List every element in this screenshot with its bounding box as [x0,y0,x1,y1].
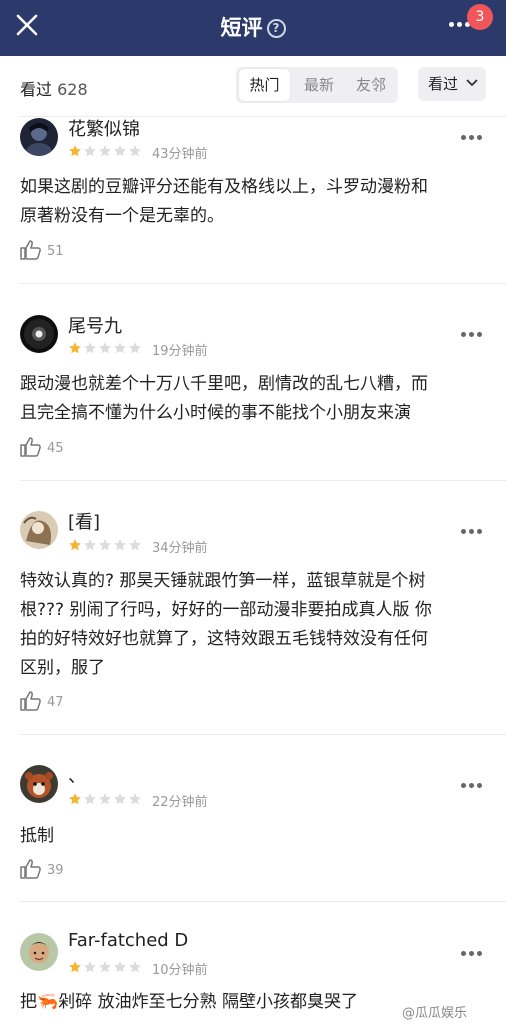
thumbs-up-icon [20,437,41,457]
avatar[interactable] [20,933,58,971]
top-nav-bar: 短评? 3 [0,0,506,56]
review-text: 跟动漫也就差个十万八千里吧，剧情改的乱七八糟，而 且完全搞不懂为什么小时候的事不… [20,374,428,423]
review-toolbar: 看过 628 热门 最新 友邻 看过 [0,56,506,116]
like-count: 39 [47,863,64,878]
review-username[interactable]: Far-fatched D [68,930,188,951]
watched-filter-dropdown[interactable]: 看过 [418,67,486,101]
page-title-wrap: 短评? [0,12,506,42]
avatar[interactable] [20,315,58,353]
more-options-icon[interactable] [458,134,484,142]
review-text: 抵制 [20,826,54,846]
star-empty-icon [99,539,111,551]
page-title: 短评 [220,16,263,40]
star-filled-icon [69,539,81,551]
thumbs-up-icon [20,691,41,711]
watched-count: 看过 628 [20,76,88,100]
rating-stars [68,537,143,551]
star-empty-icon [84,961,96,973]
review-time: 34分钟前 [152,541,208,556]
chevron-down-icon [466,79,478,87]
star-empty-icon [129,342,141,354]
star-empty-icon [99,793,111,805]
help-icon[interactable]: ? [266,19,286,38]
review-time: 22分钟前 [152,795,208,810]
star-empty-icon [114,539,126,551]
sort-tabs: 热门 最新 友邻 [236,67,398,103]
divider [20,901,506,902]
review-username[interactable]: 尾号九 [68,312,122,338]
star-empty-icon [114,342,126,354]
star-empty-icon [129,961,141,973]
avatar[interactable] [20,511,58,549]
avatar[interactable] [20,118,58,156]
more-options-icon[interactable] [458,950,484,958]
more-options-icon[interactable] [458,528,484,536]
rating-stars [68,959,143,973]
divider [20,283,506,284]
watched-count-label: 看过 [20,80,53,99]
avatar[interactable] [20,765,58,803]
star-empty-icon [129,539,141,551]
review-text: 特效认真的? 那昊天锤就跟竹笋一样，蓝银草就是个树 根??? 别闹了行吗，好好的… [20,571,432,678]
star-empty-icon [129,793,141,805]
star-empty-icon [114,961,126,973]
star-empty-icon [84,342,96,354]
star-empty-icon [114,793,126,805]
star-empty-icon [84,793,96,805]
review-time: 10分钟前 [152,963,208,978]
divider [20,480,506,481]
star-empty-icon [129,145,141,157]
rating-stars [68,791,143,805]
review-time: 43分钟前 [152,147,208,162]
rating-stars [68,340,143,354]
watermark: @瓜瓜娱乐 [402,1006,468,1021]
like-count: 51 [47,244,64,259]
review-time: 19分钟前 [152,344,208,359]
review-username[interactable]: [看] [68,508,100,534]
like-count: 47 [47,695,64,710]
star-filled-icon [69,145,81,157]
like-count: 45 [47,441,64,456]
tab-hot[interactable]: 热门 [239,69,290,101]
review-username[interactable]: 、 [68,762,86,788]
star-filled-icon [69,793,81,805]
review-username[interactable]: 花繁似锦 [68,115,140,141]
thumbs-up-icon [20,859,41,879]
tab-friends[interactable]: 友邻 [346,67,396,103]
more-options-icon[interactable] [458,782,484,790]
star-empty-icon [99,961,111,973]
star-filled-icon [69,342,81,354]
star-empty-icon [99,145,111,157]
rating-stars [68,143,143,157]
watched-count-value: 628 [57,80,88,99]
more-options-icon[interactable] [458,331,484,339]
review-text: 如果这剧的豆瓣评分还能有及格线以上，斗罗动漫粉和 原著粉没有一个是无辜的。 [20,177,428,226]
thumbs-up-icon [20,240,41,260]
star-filled-icon [69,961,81,973]
star-empty-icon [84,145,96,157]
watched-filter-label: 看过 [428,75,459,93]
divider [20,734,506,735]
star-empty-icon [114,145,126,157]
star-empty-icon [99,342,111,354]
tab-latest[interactable]: 最新 [294,67,344,103]
notification-badge[interactable]: 3 [467,4,493,30]
star-empty-icon [84,539,96,551]
